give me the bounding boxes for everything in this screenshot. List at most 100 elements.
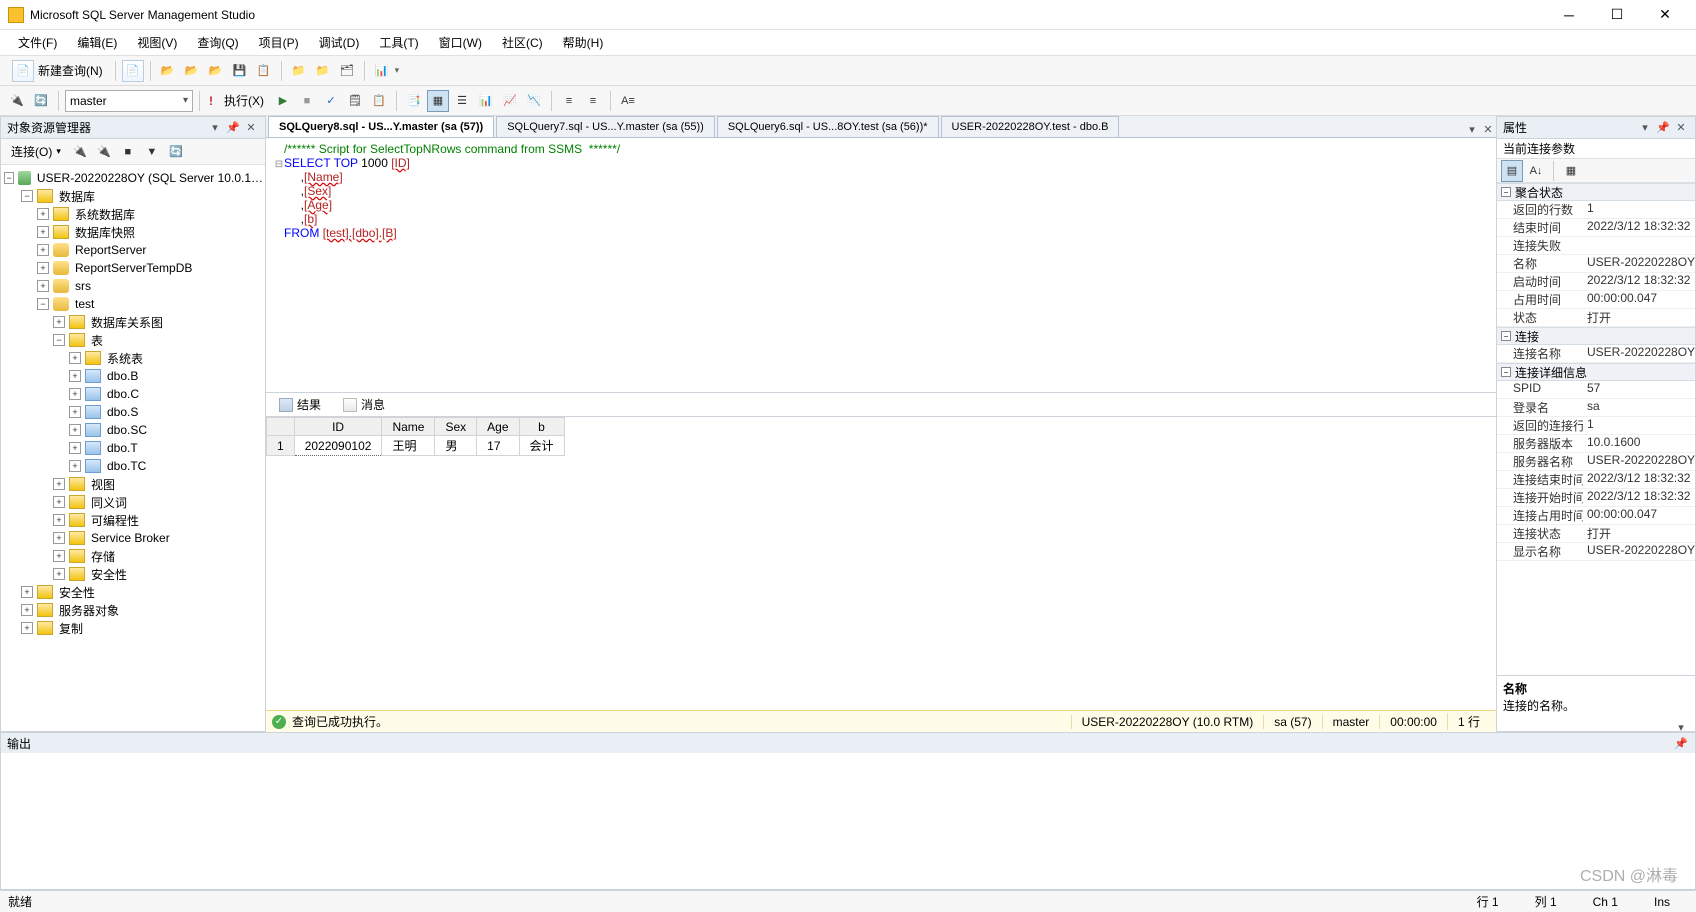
prop-row[interactable]: 连接结束时间2022/3/12 18:32:32 (1497, 471, 1695, 489)
prop-row[interactable]: 连接名称USER-20220228OY ( (1497, 345, 1695, 363)
prop-row[interactable]: 连接失败 (1497, 237, 1695, 255)
oe-btn-filter[interactable]: ▼ (141, 141, 163, 163)
tree-replication[interactable]: +复制 (1, 619, 265, 637)
toolbar-btn-saveall[interactable]: 📋 (253, 60, 275, 82)
menu-community[interactable]: 社区(C) (494, 31, 551, 54)
prop-row[interactable]: 服务器名称USER-20220228OY (1497, 453, 1695, 471)
tree-srs-db[interactable]: +srs (1, 277, 265, 295)
tree-dbsnap[interactable]: +数据库快照 (1, 223, 265, 241)
panel-dropdown-icon[interactable]: ▾ (1637, 120, 1653, 136)
oe-btn-2[interactable]: 🔌 (93, 141, 115, 163)
close-button[interactable]: ✕ (1642, 1, 1688, 29)
menu-tools[interactable]: 工具(T) (371, 31, 426, 54)
cell-rownum[interactable]: 1 (267, 436, 295, 456)
minimize-button[interactable]: ─ (1546, 1, 1592, 29)
tab-sqlquery8[interactable]: SQLQuery8.sql - US...Y.master (sa (57)) (268, 116, 494, 137)
oe-btn-refresh[interactable]: 🔄 (165, 141, 187, 163)
tree-systables[interactable]: +系统表 (1, 349, 265, 367)
prop-row[interactable]: 返回的行数1 (1497, 201, 1695, 219)
output-body[interactable] (1, 753, 1695, 889)
toolbar-btn-2[interactable]: 📂 (181, 60, 203, 82)
toolbar-btn-b[interactable]: 📋 (368, 90, 390, 112)
cell-sex[interactable]: 男 (435, 436, 477, 456)
tree-views[interactable]: +视图 (1, 475, 265, 493)
properties-list[interactable]: −聚合状态 返回的行数1结束时间2022/3/12 18:32:32连接失败名称… (1497, 183, 1695, 675)
prop-row[interactable]: 连接开始时间2022/3/12 18:32:32 (1497, 489, 1695, 507)
panel-close-icon[interactable]: ✕ (1673, 120, 1689, 136)
prop-row[interactable]: 名称USER-20220228OY (1497, 255, 1695, 273)
messages-tab[interactable]: 消息 (334, 393, 394, 416)
toolbar-btn-e[interactable]: 📈 (499, 90, 521, 112)
toolbar-btn-7[interactable]: 📊 (371, 60, 393, 82)
tree-test-db[interactable]: −test (1, 295, 265, 313)
toolbar-btn-4[interactable]: 📁 (288, 60, 310, 82)
tree-server-root[interactable]: −USER-20220228OY (SQL Server 10.0.1… (1, 169, 265, 187)
categorized-icon[interactable]: ▤ (1501, 160, 1523, 182)
comment-icon[interactable]: A≡ (617, 90, 639, 112)
maximize-button[interactable]: ☐ (1594, 1, 1640, 29)
tree-table-s[interactable]: +dbo.S (1, 403, 265, 421)
tree-tables[interactable]: −表 (1, 331, 265, 349)
tree-databases[interactable]: −数据库 (1, 187, 265, 205)
toolbar-btn-3[interactable]: 📂 (205, 60, 227, 82)
menu-view[interactable]: 视图(V) (129, 31, 185, 54)
tree-diagram[interactable]: +数据库关系图 (1, 313, 265, 331)
cell-b[interactable]: 会计 (519, 436, 564, 456)
oe-btn-1[interactable]: 🔌 (69, 141, 91, 163)
indent-left-icon[interactable]: ≡ (558, 90, 580, 112)
toolbar-change-conn-icon[interactable]: 🔄 (30, 90, 52, 112)
col-age[interactable]: Age (477, 418, 519, 436)
prop-row[interactable]: 显示名称USER-20220228OY (1497, 543, 1695, 561)
menu-file[interactable]: 文件(F) (10, 31, 65, 54)
results-grid[interactable]: ID Name Sex Age b 1 2022090102 王明 男 17 会… (266, 417, 1496, 710)
execute-button[interactable]: 执行(X) (218, 90, 270, 111)
col-rownum[interactable] (267, 418, 295, 436)
tree-reportservertemp[interactable]: +ReportServerTempDB (1, 259, 265, 277)
panel-dropdown-icon[interactable]: ▾ (1673, 719, 1689, 735)
col-sex[interactable]: Sex (435, 418, 477, 436)
prop-row[interactable]: 启动时间2022/3/12 18:32:32 (1497, 273, 1695, 291)
indent-right-icon[interactable]: ≡ (582, 90, 604, 112)
tree-table-tc[interactable]: +dbo.TC (1, 457, 265, 475)
prop-row[interactable]: 服务器版本10.0.1600 (1497, 435, 1695, 453)
tree-storage[interactable]: +存储 (1, 547, 265, 565)
debug-play-icon[interactable]: ▶ (272, 90, 294, 112)
connect-button[interactable]: 连接(O) ▾ (5, 141, 67, 162)
tree-security[interactable]: +安全性 (1, 583, 265, 601)
cell-age[interactable]: 17 (477, 436, 519, 456)
prop-row[interactable]: 结束时间2022/3/12 18:32:32 (1497, 219, 1695, 237)
tab-sqlquery7[interactable]: SQLQuery7.sql - US...Y.master (sa (55)) (496, 116, 715, 137)
pin-icon[interactable]: 📌 (1655, 120, 1671, 136)
results-to-text-icon[interactable]: ☰ (451, 90, 473, 112)
tree-table-t[interactable]: +dbo.T (1, 439, 265, 457)
prop-cat-aggregate[interactable]: −聚合状态 (1497, 183, 1695, 201)
tabs-close-icon[interactable]: ✕ (1480, 121, 1496, 137)
menu-query[interactable]: 查询(Q) (189, 31, 246, 54)
tree-synonyms[interactable]: +同义词 (1, 493, 265, 511)
prop-row[interactable]: 占用时间00:00:00.047 (1497, 291, 1695, 309)
prop-row[interactable]: SPID57 (1497, 381, 1695, 399)
prop-row[interactable]: 状态打开 (1497, 309, 1695, 327)
toolbar-btn-a[interactable]: 🗒 (344, 90, 366, 112)
toolbar-btn-1[interactable]: 📄 (122, 60, 144, 82)
oe-btn-stop[interactable]: ■ (117, 141, 139, 163)
col-name[interactable]: Name (382, 418, 435, 436)
menu-debug[interactable]: 调试(D) (311, 31, 368, 54)
tree-reportserver[interactable]: +ReportServer (1, 241, 265, 259)
toolbar-btn-save[interactable]: 💾 (229, 60, 251, 82)
sql-editor[interactable]: /****** Script for SelectTopNRows comman… (266, 138, 1496, 393)
tree-sysdb[interactable]: +系统数据库 (1, 205, 265, 223)
properties-object[interactable]: 当前连接参数 (1497, 139, 1695, 159)
results-to-grid-icon[interactable]: ▦ (427, 90, 449, 112)
object-tree[interactable]: −USER-20220228OY (SQL Server 10.0.1… −数据… (1, 165, 265, 731)
table-row[interactable]: 1 2022090102 王明 男 17 会计 (267, 436, 565, 456)
tab-sqlquery6[interactable]: SQLQuery6.sql - US...8OY.test (sa (56))* (717, 116, 939, 137)
menu-edit[interactable]: 编辑(E) (69, 31, 125, 54)
tree-service-broker[interactable]: +Service Broker (1, 529, 265, 547)
menu-project[interactable]: 项目(P) (251, 31, 307, 54)
prop-row[interactable]: 连接占用时间00:00:00.047 (1497, 507, 1695, 525)
cell-name[interactable]: 王明 (382, 436, 435, 456)
panel-dropdown-icon[interactable]: ▾ (207, 120, 223, 136)
tree-security-db[interactable]: +安全性 (1, 565, 265, 583)
cell-id[interactable]: 2022090102 (294, 436, 382, 456)
